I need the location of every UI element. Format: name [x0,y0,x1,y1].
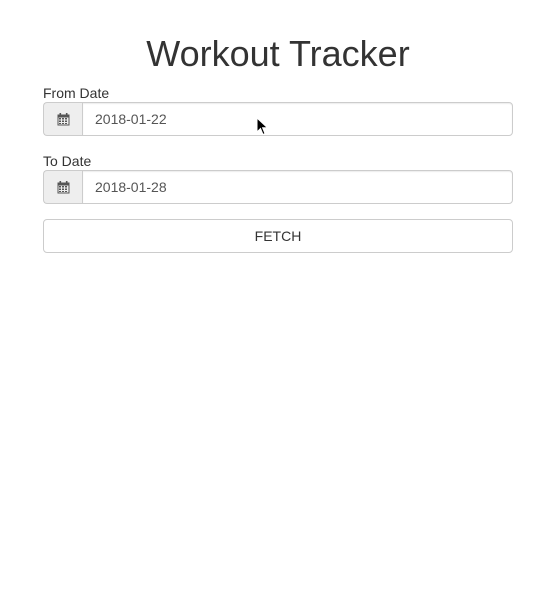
mouse-cursor-icon [256,117,269,136]
from-date-group [43,102,513,136]
from-date-input[interactable] [82,102,513,136]
calendar-icon[interactable] [43,102,82,136]
from-date-label: From Date [43,85,110,101]
to-date-input[interactable] [82,170,513,204]
page-title: Workout Tracker [146,33,410,74]
fetch-button[interactable]: FETCH [43,219,513,253]
to-date-label: To Date [43,153,92,169]
workout-tracker-page: Workout Tracker From Date To Date [43,0,513,253]
to-date-group [43,170,513,204]
calendar-icon[interactable] [43,170,82,204]
